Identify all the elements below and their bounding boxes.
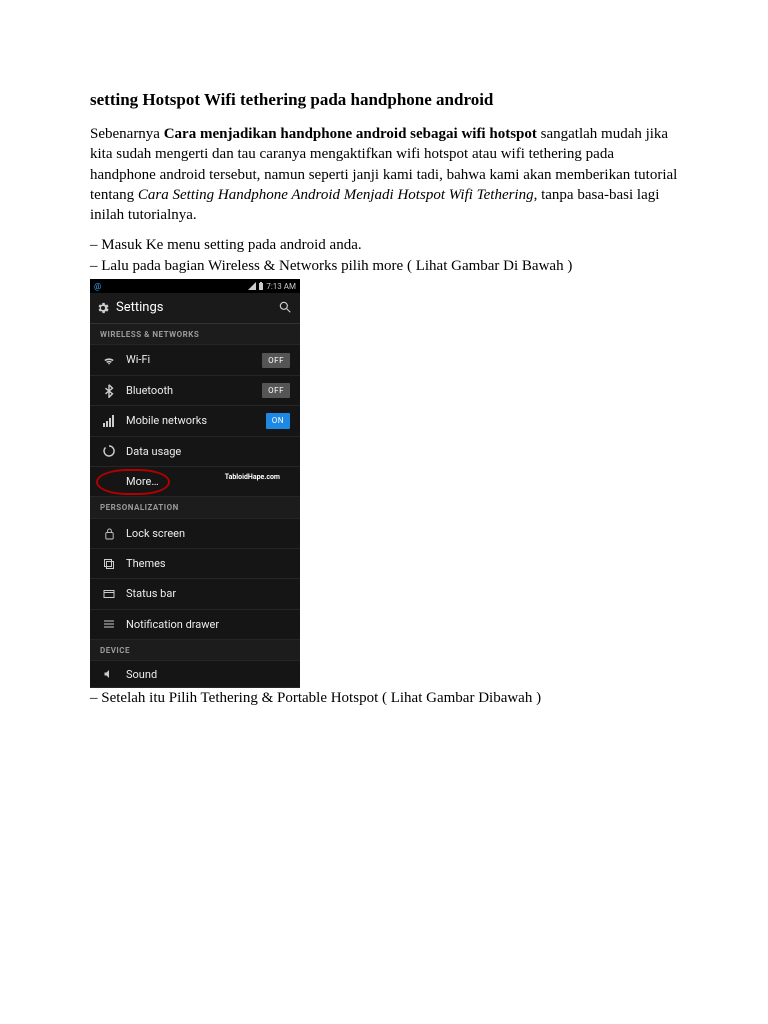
phone-screenshot: @ 7:13 AM Settings WIRELESS & NETWORKS [90, 279, 300, 688]
section-device: DEVICE [90, 640, 300, 661]
gear-icon [96, 301, 110, 315]
row-lock-screen[interactable]: Lock screen [90, 519, 300, 549]
signal-bars-icon [100, 415, 118, 427]
intro-pre: Sebenarnya [90, 126, 164, 142]
sound-label: Sound [126, 667, 290, 682]
watermark-text: TabloidHape.com [225, 473, 280, 483]
notification-icon [100, 619, 118, 629]
themes-icon [100, 558, 118, 570]
wifi-label: Wi-Fi [126, 352, 262, 367]
row-mobile[interactable]: Mobile networks ON [90, 406, 300, 436]
step-1-text: – Masuk Ke menu setting pada android and… [90, 235, 678, 256]
intro-italic: Cara Setting Handphone Android Menjadi H… [138, 187, 534, 203]
mobile-label: Mobile networks [126, 413, 266, 428]
statusbar-label: Status bar [126, 586, 290, 601]
row-notification[interactable]: Notification drawer [90, 610, 300, 640]
section-personalization: PERSONALIZATION [90, 497, 300, 518]
battery-icon [258, 282, 264, 290]
row-wifi[interactable]: Wi-Fi OFF [90, 345, 300, 375]
row-more[interactable]: More… TabloidHape.com [90, 467, 300, 497]
data-usage-label: Data usage [126, 444, 290, 459]
statusbar-icon [100, 589, 118, 599]
row-bluetooth[interactable]: Bluetooth OFF [90, 376, 300, 406]
lock-icon [100, 527, 118, 540]
row-sound[interactable]: Sound [90, 661, 300, 688]
sound-icon [100, 668, 118, 680]
notification-label: Notification drawer [126, 617, 290, 632]
mobile-toggle[interactable]: ON [266, 413, 290, 428]
row-status-bar[interactable]: Status bar [90, 579, 300, 609]
step-2-text: – Lalu pada bagian Wireless & Networks p… [90, 256, 678, 277]
status-time: 7:13 AM [266, 281, 296, 292]
titlebar-label: Settings [116, 299, 163, 317]
row-data-usage[interactable]: Data usage [90, 437, 300, 467]
wifi-toggle[interactable]: OFF [262, 353, 290, 368]
signal-icon [248, 282, 256, 290]
bluetooth-toggle[interactable]: OFF [262, 383, 290, 398]
section-wireless: WIRELESS & NETWORKS [90, 324, 300, 345]
page-title: setting Hotspot Wifi tethering pada hand… [90, 90, 678, 110]
bluetooth-icon [100, 384, 118, 398]
wifi-icon [100, 354, 118, 366]
intro-paragraph: Sebenarnya Cara menjadikan handphone and… [90, 124, 678, 225]
step-3-text: – Setelah itu Pilih Tethering & Portable… [90, 688, 678, 709]
row-themes[interactable]: Themes [90, 549, 300, 579]
bluetooth-label: Bluetooth [126, 383, 262, 398]
status-left-icon: @ [94, 281, 101, 292]
lock-label: Lock screen [126, 526, 290, 541]
data-usage-icon [100, 445, 118, 457]
search-icon[interactable] [278, 300, 292, 314]
status-bar: @ 7:13 AM [90, 279, 300, 293]
themes-label: Themes [126, 556, 290, 571]
intro-bold: Cara menjadikan handphone android sebaga… [164, 126, 537, 142]
titlebar: Settings [90, 293, 300, 324]
